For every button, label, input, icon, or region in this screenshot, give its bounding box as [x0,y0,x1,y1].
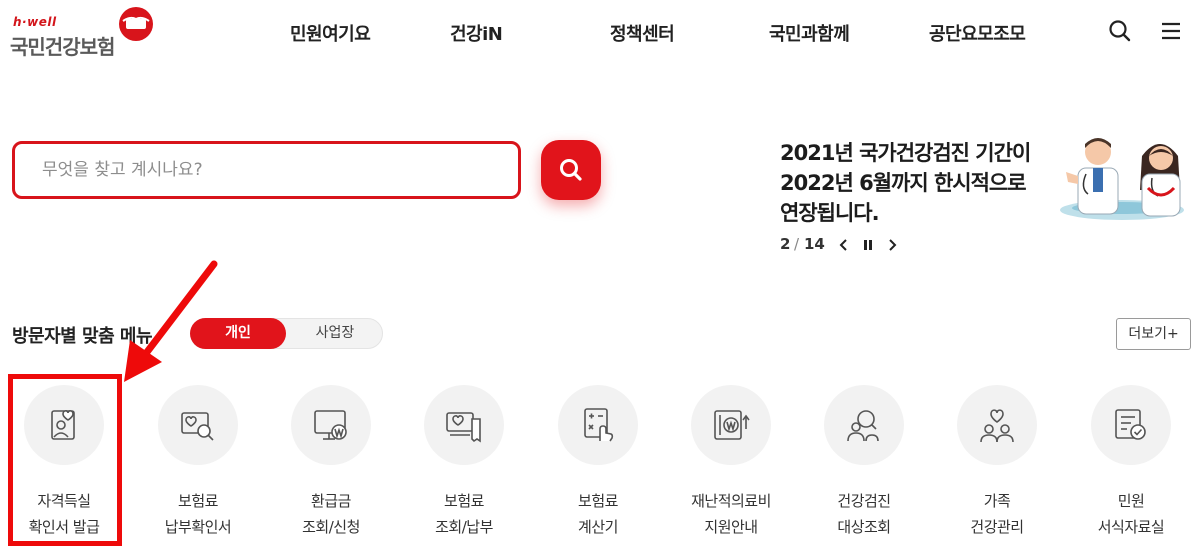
people-search-icon [847,410,879,442]
menu-label-line: 건강검진 [837,492,891,510]
menu-label: 가족 건강관리 [937,488,1057,540]
nav-civil-complaint[interactable]: 민원여기요 [290,20,371,46]
menu-label: 민원 서식자료실 [1071,488,1191,540]
menu-label-line: 보험료 [444,492,484,510]
logo-mark-icon [119,7,153,41]
notice-headline[interactable]: 2021년 국가건강검진 기간이 2022년 6월까지 한시적으로 연장됩니다. [780,138,1065,228]
menu-icon-bg [158,385,238,465]
menu-item-catastrophic-support[interactable]: 재난적의료비 지원안내 [671,385,791,545]
search-icon[interactable] [1107,18,1133,44]
annotation-arrow-icon [124,260,218,382]
menu-label-line: 서식자료실 [1097,518,1165,536]
document-check-icon [1115,409,1146,440]
calculator-hand-icon [584,408,614,442]
menu-icon-bg [691,385,771,465]
menu-item-payment-certificate[interactable]: 보험료 납부확인서 [138,385,258,545]
pause-icon[interactable] [860,237,876,253]
menu-label-line: 조회/납부 [435,518,493,536]
menu-label-line: 가족 [983,492,1011,510]
doctors-illustration-icon [1060,138,1184,220]
hamburger-menu-icon[interactable] [1158,18,1184,44]
payment-search-icon [181,412,214,441]
menu-icon-bg [824,385,904,465]
menu-label-line: 조회/신청 [302,518,360,536]
menu-item-health-checkup[interactable]: 건강검진 대상조회 [804,385,924,545]
menu-label-line: 환급금 [311,492,351,510]
menu-label: 환급금 조회/신청 [271,488,391,540]
nav-policy-center[interactable]: 정책센터 [610,20,675,46]
menu-label: 보험료 조회/납부 [404,488,524,540]
menu-label-line: 대상조회 [837,518,891,536]
search-icon [560,159,582,181]
pager-total: 14 [804,235,825,253]
menu-item-calculator[interactable]: 보험료 계산기 [538,385,658,545]
pager-current: 2 [780,235,791,253]
menu-label: 재난적의료비 지원안내 [671,488,791,540]
logo-tag: h·well [13,15,57,29]
menu-icon-bg [1091,385,1171,465]
menu-icon-bg [957,385,1037,465]
menu-label: 보험료 계산기 [538,488,658,540]
logo-name: 국민건강보험 [10,35,115,59]
menu-icon-bg [291,385,371,465]
next-arrow-icon[interactable] [884,237,900,253]
nav-health-in[interactable]: 건강iN [450,20,503,46]
family-heart-icon [980,409,1014,443]
menu-icon-bg [424,385,504,465]
menu-label-line: 민원 [1117,492,1145,510]
global-navigation: 민원여기요 건강iN 정책센터 국민과함께 공단요모조모 [250,20,1070,46]
menu-icon-bg [558,385,638,465]
menu-label: 보험료 납부확인서 [138,488,258,540]
monitor-won-icon [314,410,347,440]
menu-item-premium-inquiry[interactable]: 보험료 조회/납부 [404,385,524,545]
search-box [12,141,521,199]
notice-line: 2021년 국가건강검진 기간이 [780,141,1031,165]
menu-label-line: 지원안내 [704,518,758,536]
notice-line: 2022년 6월까지 한시적으로 [780,171,1027,195]
search-submit-button[interactable] [541,140,601,200]
menu-label-line: 보험료 [178,492,218,510]
more-button[interactable]: 더보기+ [1116,318,1191,350]
pager-separator: / [794,235,800,253]
nav-with-people[interactable]: 국민과함께 [769,20,850,46]
receipt-heart-icon [446,412,481,443]
menu-label-line: 건강관리 [970,518,1024,536]
menu-label-line: 재난적의료비 [691,492,771,510]
menu-label-line: 계산기 [578,518,618,536]
menu-label-line: 납부확인서 [164,518,232,536]
menu-item-family-health[interactable]: 가족 건강관리 [937,385,1057,545]
toggle-business[interactable]: 사업장 [287,318,383,349]
annotation-highlight-box [8,374,122,546]
menu-item-forms[interactable]: 민원 서식자료실 [1071,385,1191,545]
nav-about-corp[interactable]: 공단요모조모 [929,20,1026,46]
site-logo[interactable]: h·well 국민건강보험 [10,6,160,59]
notice-line: 연장됩니다. [780,201,880,225]
menu-label: 건강검진 대상조회 [804,488,924,540]
prev-arrow-icon[interactable] [836,237,852,253]
menu-item-refund[interactable]: 환급금 조회/신청 [271,385,391,545]
search-input[interactable] [15,144,518,196]
medical-support-won-icon [714,410,750,440]
menu-label-line: 보험료 [578,492,618,510]
